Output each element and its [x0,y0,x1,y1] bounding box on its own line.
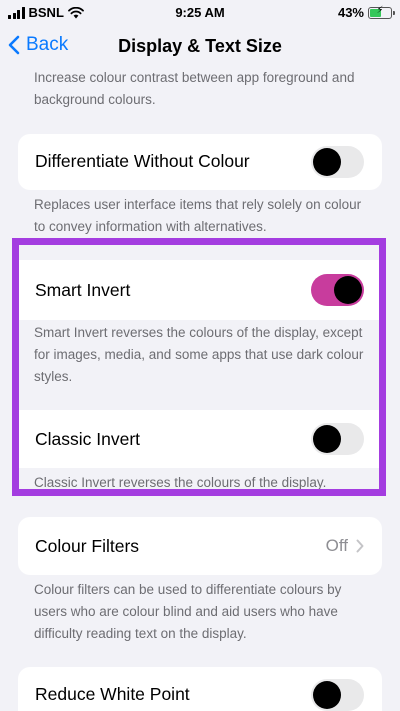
navigation-bar: Back Display & Text Size [0,26,400,68]
colour-filters-label: Colour Filters [35,536,140,556]
smart-invert-label: Smart Invert [35,280,131,300]
classic-invert-row[interactable]: Classic Invert [18,410,382,468]
reduce-white-point-row[interactable]: Reduce White Point [18,667,382,711]
colour-filters-value: Off [326,536,364,556]
contrast-note: Increase colour contrast between app for… [34,70,355,107]
battery-icon: ⚡ [368,5,395,19]
colour-filters-status: Off [325,536,348,555]
differentiate-toggle[interactable] [311,146,364,178]
colour-filters-row[interactable]: Colour Filters Off [18,517,382,575]
differentiate-without-colour-row[interactable]: Differentiate Without Colour [18,134,382,190]
smart-invert-note: Smart Invert reverses the colours of the… [34,325,364,384]
classic-invert-note: Classic Invert reverses the colours of t… [34,475,327,490]
reduce-white-point-toggle[interactable] [311,679,364,711]
classic-invert-label: Classic Invert [35,429,141,449]
differentiate-note: Replaces user interface items that rely … [34,197,362,234]
differentiate-label: Differentiate Without Colour [35,151,250,171]
reduce-white-point-label: Reduce White Point [35,684,190,704]
smart-invert-toggle[interactable] [311,274,364,306]
battery-percentage: 43% [337,5,364,20]
classic-invert-toggle[interactable] [311,423,364,455]
chevron-right-icon [356,539,364,553]
status-bar: BSNL 9:25 AM 43% ⚡ [0,0,400,26]
colour-filters-note: Colour filters can be used to differenti… [34,582,342,641]
smart-invert-row[interactable]: Smart Invert [18,260,382,320]
page-title: Display & Text Size [118,36,282,56]
status-right: 43% ⚡ [337,5,395,20]
